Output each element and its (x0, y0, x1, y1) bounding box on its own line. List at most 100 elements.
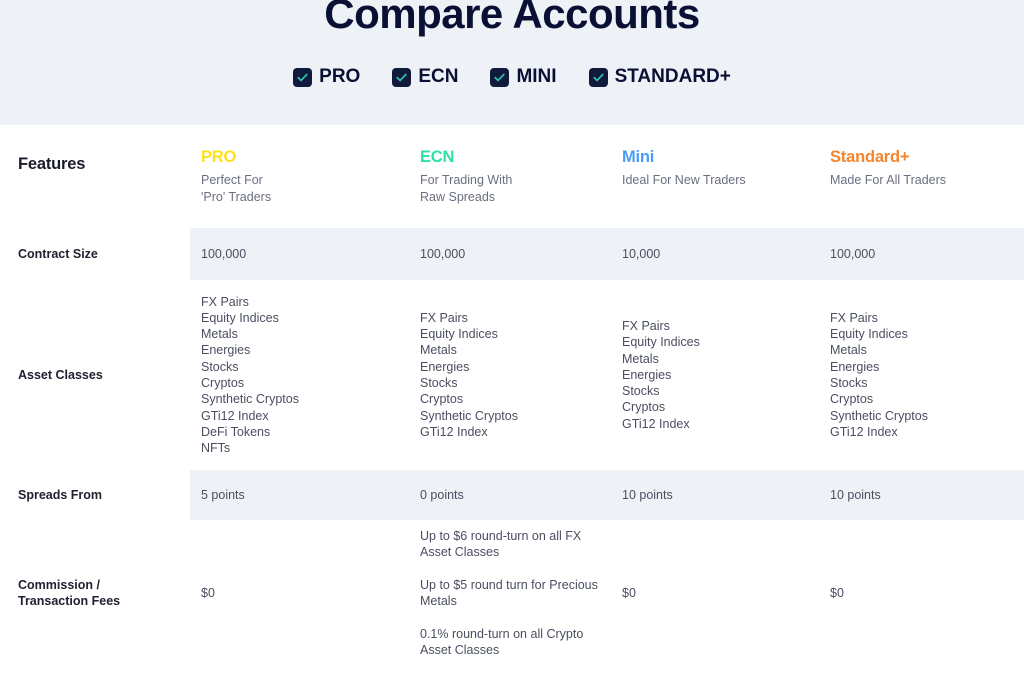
asset-list-item: Equity Indices (622, 335, 700, 350)
features-column-header: Features (18, 155, 86, 173)
asset-list-item: DeFi Tokens (201, 424, 271, 439)
asset-list-item: Metals (622, 351, 659, 366)
commission-mini: $0 (622, 585, 819, 602)
asset-list-item: Cryptos (420, 392, 464, 407)
asset-list-item: GTi12 Index (830, 424, 898, 439)
plan-name-mini: Mini (622, 148, 655, 166)
cell-ecn: 0 points (420, 487, 464, 502)
asset-list-item: Cryptos (830, 392, 874, 407)
cell-pro: 100,000 (201, 246, 247, 261)
asset-list-item: GTi12 Index (622, 416, 690, 431)
asset-list-item: Cryptos (201, 376, 245, 390)
table-row: Commission / Transaction Fees $0 Up to $… (0, 520, 1024, 666)
asset-list-item: NFTs (201, 441, 231, 456)
filter-label-pro: PRO (319, 66, 361, 87)
table-header-row: Features PRO Perfect For 'Pro' Traders E… (0, 125, 1024, 228)
cell-mini: $0 (613, 585, 819, 602)
commission-pro: $0 (201, 585, 408, 602)
plan-filter-group: PRO ECN MINI STANDARD+ (0, 66, 1024, 88)
comparison-table: Features PRO Perfect For 'Pro' Traders E… (0, 125, 1024, 681)
commission-paragraph: $0 (830, 585, 844, 600)
plan-header-pro: PRO Perfect For 'Pro' Traders (190, 147, 408, 205)
plan-tagline-ecn: For Trading With Raw Spreads (420, 172, 570, 205)
check-icon (494, 73, 506, 81)
filter-checkbox-ecn[interactable]: ECN (392, 66, 458, 88)
filter-checkbox-standard[interactable]: STANDARD+ (588, 66, 731, 88)
asset-list-item: Energies (622, 367, 672, 382)
page-header: Compare Accounts PRO ECN MINI STANDARD+ (0, 0, 1024, 125)
checkbox-box-standard[interactable] (588, 67, 608, 87)
commission-paragraph: $0 (201, 585, 215, 600)
asset-list-item: FX Pairs (622, 318, 670, 333)
checkbox-box-pro[interactable] (293, 67, 313, 87)
commission-ecn: Up to $6 round-turn on all FX Asset Clas… (420, 528, 613, 659)
checkbox-box-mini[interactable] (490, 67, 510, 87)
plan-tagline-line: Made For All Traders (830, 173, 947, 187)
commission-paragraph: 0.1% round-turn on all Crypto Asset Clas… (420, 626, 584, 658)
check-icon (396, 73, 407, 81)
commission-paragraph: $0 (622, 585, 636, 600)
filter-label-ecn: ECN (418, 66, 459, 87)
plan-tagline-pro: Perfect For 'Pro' Traders (201, 172, 351, 205)
asset-list-item: FX Pairs (201, 294, 249, 309)
feature-label-line: Transaction Fees (18, 594, 121, 608)
asset-list-mini: FX Pairs Equity Indices Metals Energies Stoc… (622, 318, 819, 432)
cell-standard: FX Pairs Equity Indices Metals Energies Stoc… (819, 310, 1024, 440)
asset-list-item: Cryptos (622, 400, 666, 415)
check-icon (592, 73, 604, 81)
plan-tagline-line: Raw Spreads (420, 189, 496, 204)
plan-tagline-standard: Made For All Traders (830, 172, 980, 189)
asset-list-item: GTi12 Index (420, 424, 488, 439)
asset-list-item: Synthetic Cryptos (830, 408, 928, 423)
asset-list-item: Synthetic Cryptos (420, 408, 518, 423)
asset-list-item: GTi12 Index (201, 408, 269, 423)
cell-ecn: FX Pairs Equity Indices Metals Energies Stoc… (408, 310, 613, 440)
plan-tagline-line: Perfect For (201, 173, 263, 187)
asset-list-standard: FX Pairs Equity Indices Metals Energies Stoc… (830, 310, 1024, 440)
asset-list-pro: FX Pairs Equity Indices Metals Energies Stoc… (201, 294, 408, 457)
asset-list-item: Equity Indices (420, 327, 498, 342)
cell-pro: $0 (190, 585, 408, 602)
plan-name-ecn: ECN (420, 148, 455, 166)
asset-list-item: FX Pairs (420, 310, 468, 325)
asset-list-item: Metals (830, 343, 867, 358)
asset-list-item: Energies (201, 343, 251, 358)
asset-list-item: FX Pairs (830, 310, 878, 325)
cell-mini: FX Pairs Equity Indices Metals Energies Stoc… (613, 318, 819, 432)
asset-list-item: Stocks (830, 376, 868, 390)
cell-ecn: 100,000 (420, 246, 466, 261)
commission-standard: $0 (830, 585, 1024, 602)
filter-checkbox-pro[interactable]: PRO (293, 66, 360, 88)
feature-label: Commission / Transaction Fees (0, 577, 190, 609)
plan-tagline-line: For Trading With (420, 173, 513, 187)
table-row: Contract Size 100,000 100,000 10,000 100… (0, 228, 1024, 280)
checkbox-box-ecn[interactable] (392, 67, 412, 87)
asset-list-item: Stocks (622, 384, 660, 399)
asset-list-item: Equity Indices (201, 310, 279, 325)
commission-paragraph: Up to $6 round-turn on all FX Asset Clas… (420, 528, 582, 560)
check-icon (297, 73, 308, 81)
feature-label: Contract Size (18, 247, 98, 261)
feature-label: Spreads From (18, 488, 103, 502)
asset-list-ecn: FX Pairs Equity Indices Metals Energies Stoc… (420, 310, 613, 440)
asset-list-item: Stocks (201, 359, 239, 374)
asset-list-item: Energies (830, 359, 880, 374)
page-title: Compare Accounts (324, 0, 700, 37)
cell-standard: $0 (819, 585, 1024, 602)
cell-standard: 100,000 (830, 246, 876, 261)
asset-list-item: Energies (420, 359, 470, 374)
filter-checkbox-mini[interactable]: MINI (490, 66, 557, 88)
table-row: Spreads From 5 points 0 points 10 points… (0, 470, 1024, 520)
plan-tagline-line: 'Pro' Traders (201, 189, 272, 204)
plan-header-mini: Mini Ideal For New Traders (613, 147, 819, 189)
plan-name-standard: Standard+ (830, 148, 910, 166)
cell-mini: 10,000 (622, 246, 661, 261)
asset-list-item: Stocks (420, 376, 458, 390)
asset-list-item: Metals (420, 343, 457, 358)
asset-list-item: Equity Indices (830, 327, 908, 342)
cell-pro: 5 points (201, 487, 245, 502)
asset-list-item: Synthetic Cryptos (201, 392, 299, 407)
plan-tagline-line: Ideal For New Traders (622, 173, 746, 187)
plan-tagline-mini: Ideal For New Traders (622, 172, 772, 189)
plan-name-pro: PRO (201, 148, 237, 166)
